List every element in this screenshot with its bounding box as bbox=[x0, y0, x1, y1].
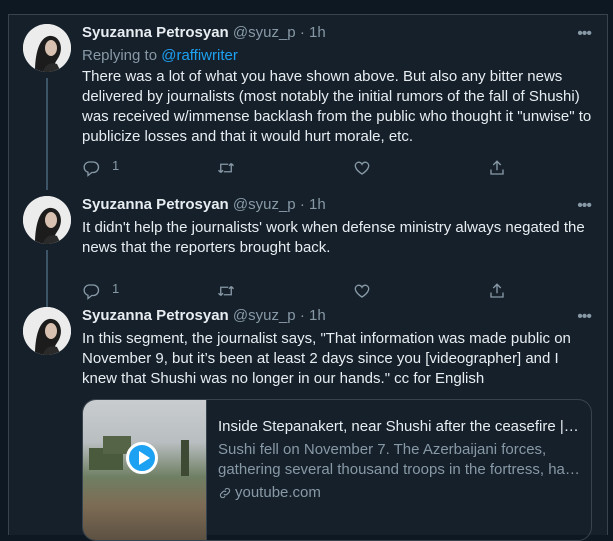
tweet-header: Syuzanna Petrosyan @syuz_p · 1h bbox=[82, 24, 326, 41]
author-name[interactable]: Syuzanna Petrosyan bbox=[82, 196, 229, 213]
tweet[interactable]: Syuzanna Petrosyan @syuz_p · 1h ••• It d… bbox=[9, 187, 607, 318]
tweet-text-line: publicize losses and that it would hurt … bbox=[82, 128, 414, 145]
timeline: Syuzanna Petrosyan @syuz_p · 1h ••• Repl… bbox=[8, 14, 608, 541]
tweet-text-line: November 9, but it’s been at least 2 day… bbox=[82, 350, 559, 367]
tweet[interactable]: Syuzanna Petrosyan @syuz_p · 1h ••• Repl… bbox=[9, 15, 607, 200]
author-handle[interactable]: @syuz_p bbox=[233, 196, 296, 213]
like-icon bbox=[354, 161, 370, 175]
author-name[interactable]: Syuzanna Petrosyan bbox=[82, 24, 229, 41]
retweet-icon bbox=[218, 163, 234, 173]
link-preview-card[interactable]: Inside Stepanakert, near Shushi after th… bbox=[82, 399, 592, 541]
share-button[interactable] bbox=[488, 158, 506, 178]
more-horizontal-icon[interactable]: ••• bbox=[577, 25, 592, 43]
tweet-header: Syuzanna Petrosyan @syuz_p · 1h bbox=[82, 196, 326, 213]
reply-button[interactable]: 1 bbox=[82, 158, 119, 178]
card-domain: youtube.com bbox=[218, 484, 321, 501]
replying-to: Replying to @raffiwriter bbox=[82, 47, 238, 64]
tweet-actions: 1 bbox=[82, 158, 522, 178]
tweet-text-line: It didn't help the journalists' work whe… bbox=[82, 219, 585, 236]
card-domain-text: youtube.com bbox=[235, 484, 321, 501]
tweet-text-line: In this segment, the journalist says, "T… bbox=[82, 330, 571, 347]
separator-dot: · bbox=[299, 24, 305, 41]
author-handle[interactable]: @syuz_p bbox=[233, 24, 296, 41]
card-description-line: Sushi fell on November 7. The Azerbaijan… bbox=[218, 441, 547, 458]
tweet-text-line: delivered by journalists (most notably t… bbox=[82, 88, 580, 105]
tweet-text-line: was received w/immense backlash from the… bbox=[82, 108, 592, 125]
link-icon bbox=[219, 487, 231, 498]
separator-dot: · bbox=[299, 196, 305, 213]
tweet-text: There was a lot of what you have shown a… bbox=[82, 67, 597, 147]
tweet-text: It didn't help the journalists' work whe… bbox=[82, 218, 597, 258]
avatar[interactable] bbox=[23, 307, 71, 355]
replying-to-label: Replying to bbox=[82, 47, 162, 64]
card-title: Inside Stepanakert, near Shushi after th… bbox=[218, 418, 580, 435]
thread-line bbox=[46, 78, 48, 190]
separator-dot: · bbox=[299, 307, 305, 324]
card-description-line: gathering several thousand troops in the… bbox=[218, 461, 580, 478]
avatar[interactable] bbox=[23, 24, 71, 72]
reply-icon bbox=[83, 161, 100, 177]
more-horizontal-icon[interactable]: ••• bbox=[577, 197, 592, 215]
tweet-text-line: news that the reporters brought back. bbox=[82, 239, 331, 256]
like-button[interactable] bbox=[353, 158, 371, 178]
more-horizontal-icon[interactable]: ••• bbox=[577, 308, 592, 326]
tweet-header: Syuzanna Petrosyan @syuz_p · 1h bbox=[82, 307, 326, 324]
timestamp[interactable]: 1h bbox=[309, 307, 326, 324]
retweet-button[interactable] bbox=[217, 158, 235, 178]
author-handle[interactable]: @syuz_p bbox=[233, 307, 296, 324]
reply-count: 1 bbox=[112, 280, 120, 296]
card-description: Sushi fell on November 7. The Azerbaijan… bbox=[218, 440, 580, 480]
tweet-text: In this segment, the journalist says, "T… bbox=[82, 329, 597, 389]
author-name[interactable]: Syuzanna Petrosyan bbox=[82, 307, 229, 324]
tweet-text-line: There was a lot of what you have shown a… bbox=[82, 68, 563, 85]
tweet-text-line: knew that Shushi was no longer in our ha… bbox=[82, 370, 485, 387]
thumbnail-figure bbox=[181, 440, 189, 476]
video-thumbnail[interactable] bbox=[83, 400, 207, 540]
reply-count: 1 bbox=[112, 157, 120, 173]
timestamp[interactable]: 1h bbox=[309, 24, 326, 41]
timestamp[interactable]: 1h bbox=[309, 196, 326, 213]
avatar[interactable] bbox=[23, 196, 71, 244]
play-icon[interactable] bbox=[126, 442, 158, 474]
reply-mention-link[interactable]: @raffiwriter bbox=[161, 47, 238, 64]
share-icon bbox=[490, 160, 504, 175]
